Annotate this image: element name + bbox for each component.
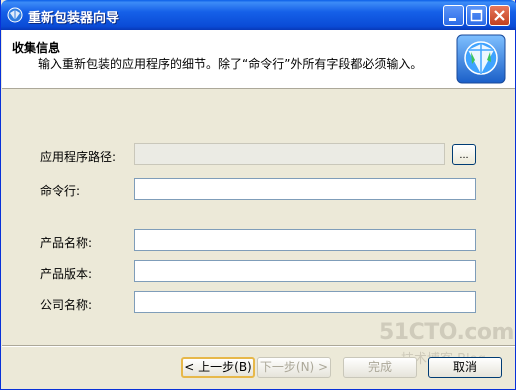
command-line-label: 命令行:	[40, 184, 81, 198]
maximize-icon	[470, 9, 483, 22]
close-button[interactable]	[489, 5, 510, 26]
close-icon	[494, 10, 505, 21]
back-button[interactable]: < 上一步(B)	[181, 357, 255, 378]
finish-button[interactable]: 完成	[343, 357, 417, 378]
product-name-field[interactable]	[134, 229, 476, 251]
header-subtitle: 输入重新包装的应用程序的细节。除了“命令行”外所有字段都必须输入。	[38, 57, 423, 71]
cancel-button[interactable]: 取消	[428, 357, 502, 378]
wizard-window: 重新包装器向导 收集信息 输入重新包装的应用程序的细节。除了“命令行”外所有字段…	[0, 0, 516, 390]
product-name-label: 产品名称:	[40, 236, 93, 250]
next-button[interactable]: 下一步(N) >	[257, 357, 331, 378]
watermark-main: 51CTO.com	[379, 320, 514, 345]
wizard-header: 收集信息 输入重新包装的应用程序的细节。除了“命令行”外所有字段都必须输入。	[2, 30, 515, 89]
command-line-field[interactable]	[134, 178, 476, 200]
browse-button[interactable]: ...	[452, 144, 476, 165]
company-name-label: 公司名称:	[40, 298, 93, 312]
company-name-field[interactable]	[134, 291, 476, 313]
repackager-globe-icon	[7, 7, 23, 23]
app-path-field[interactable]	[134, 143, 445, 165]
product-version-field[interactable]	[134, 260, 476, 282]
wizard-globe-logo-icon	[456, 34, 506, 84]
maximize-button[interactable]	[466, 5, 487, 26]
product-version-label: 产品版本:	[40, 267, 93, 281]
minimize-icon	[449, 18, 456, 21]
header-title: 收集信息	[12, 41, 61, 55]
app-path-label: 应用程序路径:	[40, 150, 117, 164]
title-bar[interactable]: 重新包装器向导	[1, 0, 516, 30]
minimize-button[interactable]	[443, 5, 464, 26]
window-title: 重新包装器向导	[28, 11, 120, 26]
